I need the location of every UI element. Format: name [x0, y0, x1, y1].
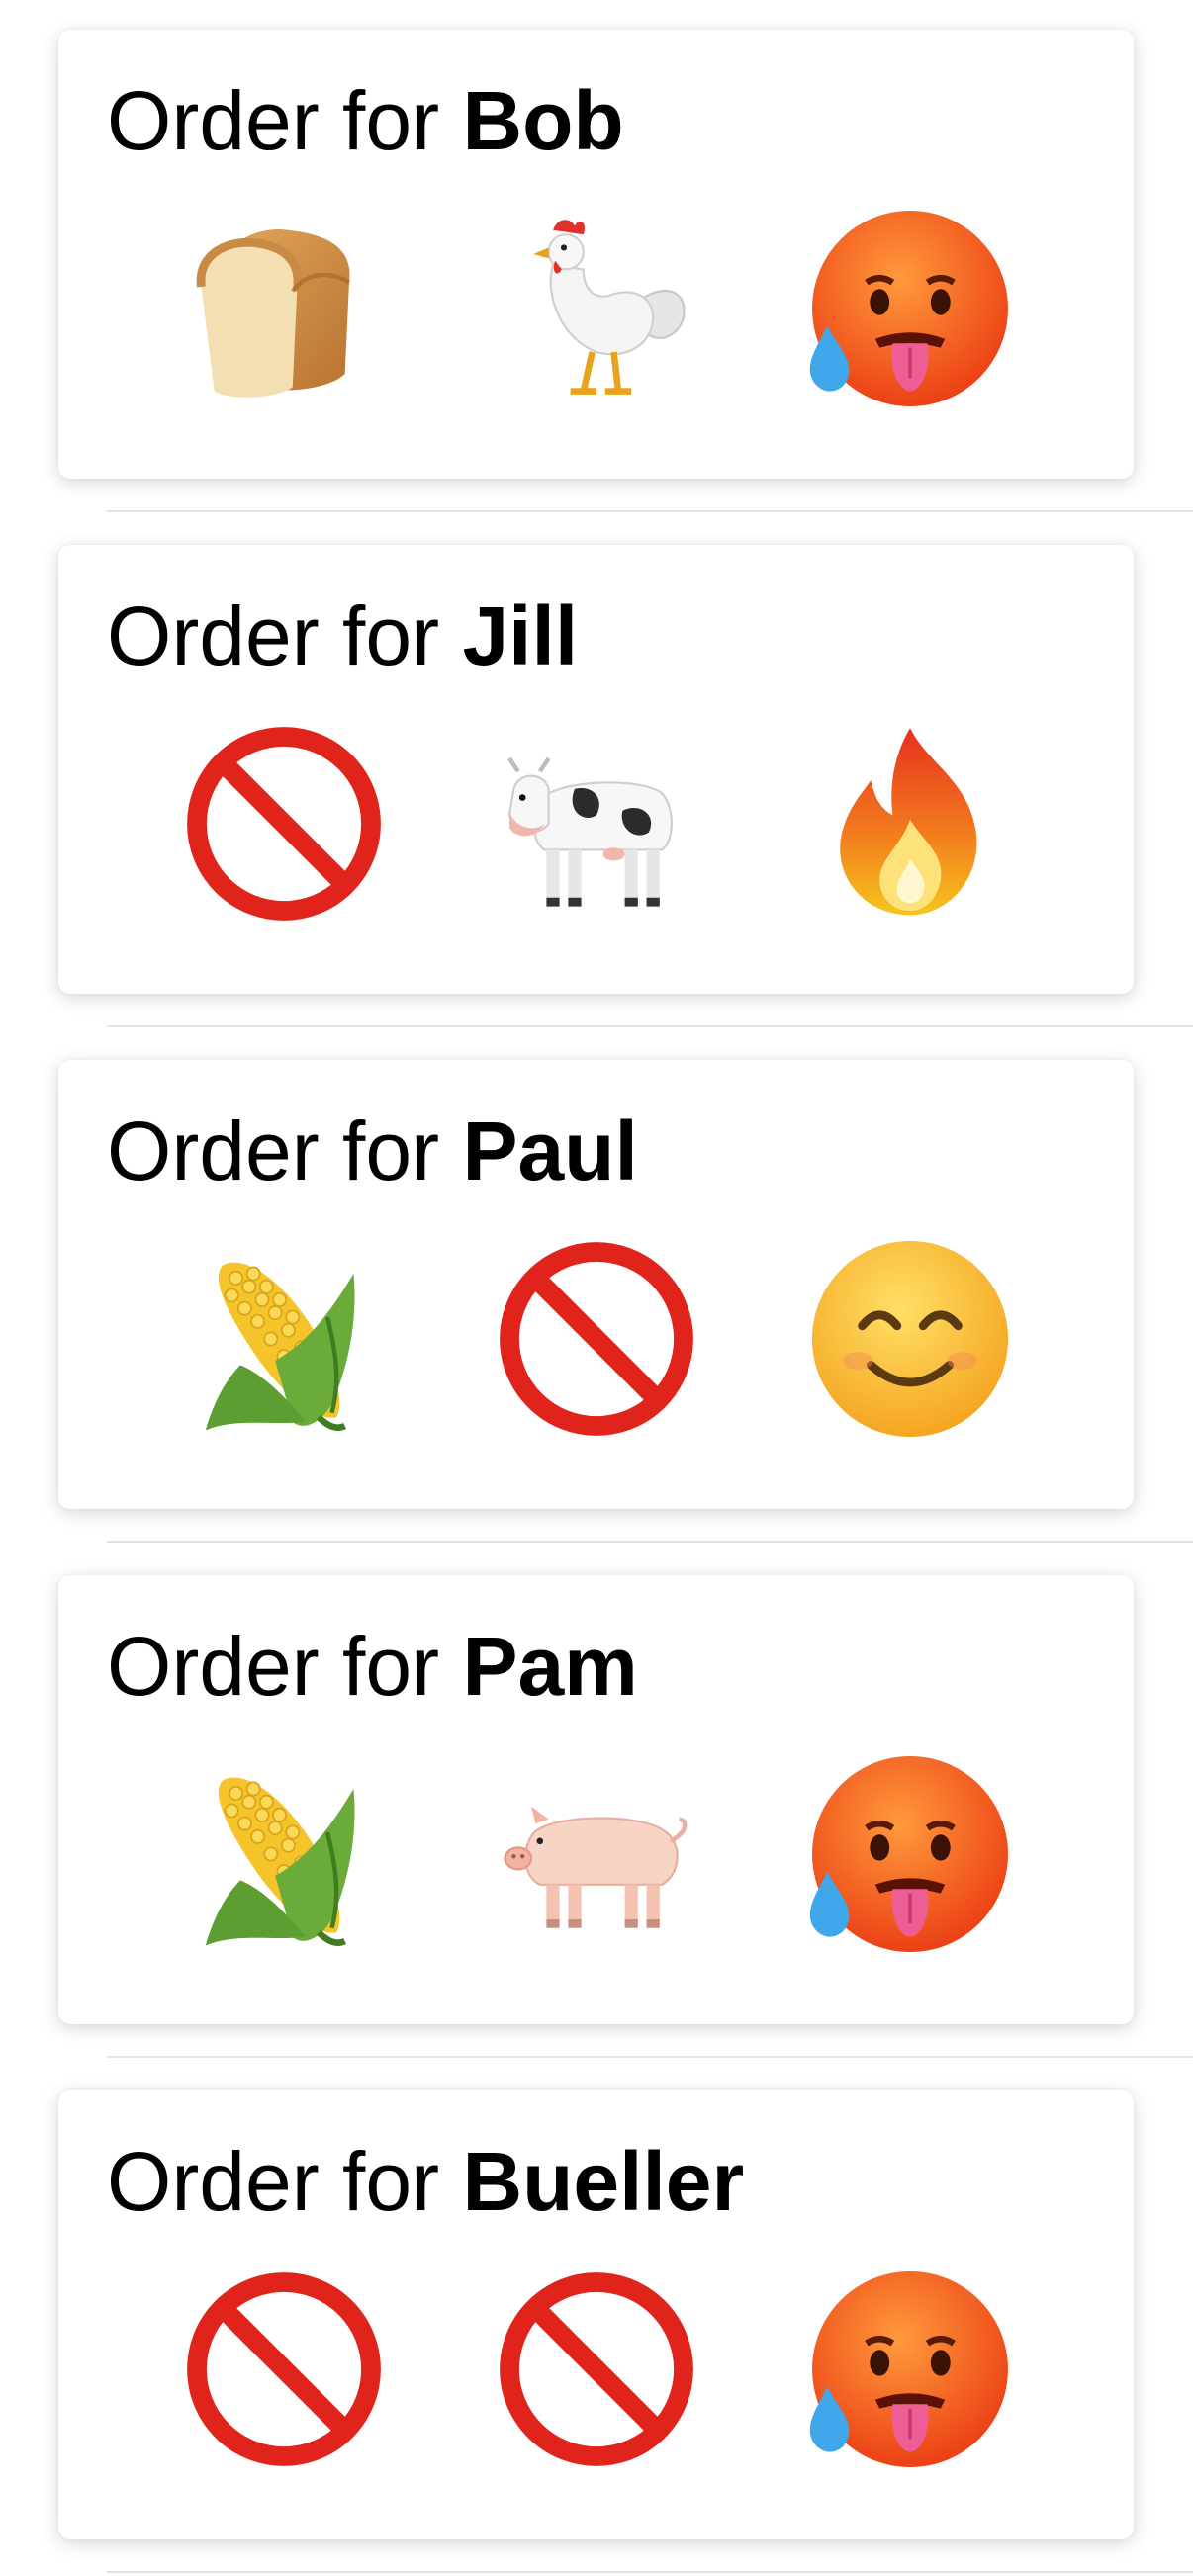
prohibited-icon — [488, 2261, 705, 2478]
order-items — [58, 1745, 1134, 1963]
order-title-prefix: Order for — [107, 1105, 440, 1198]
order-row[interactable]: Order for Pam — [0, 1546, 1193, 2061]
customer-name: Jill — [462, 589, 579, 682]
order-card[interactable]: Order for Jill — [58, 545, 1134, 994]
fire-icon — [801, 715, 1019, 933]
order-items — [58, 1230, 1134, 1448]
row-separator — [107, 1541, 1193, 1543]
order-row[interactable]: Order for Paul — [0, 1030, 1193, 1546]
order-title: Order for Paul — [107, 1110, 638, 1193]
corn-icon — [175, 1230, 393, 1448]
order-title-prefix: Order for — [107, 589, 440, 682]
row-separator — [107, 510, 1193, 512]
row-separator — [107, 1025, 1193, 1027]
order-items — [58, 200, 1134, 417]
order-items — [58, 715, 1134, 933]
prohibited-icon — [488, 1230, 705, 1448]
order-title: Order for Bueller — [107, 2140, 744, 2223]
order-row[interactable]: Order for Jill — [0, 515, 1193, 1030]
customer-name: Paul — [462, 1105, 638, 1198]
order-items — [58, 2261, 1134, 2478]
prohibited-icon — [175, 2261, 393, 2478]
customer-name: Bueller — [462, 2135, 745, 2228]
pig-icon — [488, 1745, 705, 1963]
order-title: Order for Pam — [107, 1625, 638, 1708]
order-list: Order for Bob Order for Jill Order for P… — [0, 0, 1193, 2576]
cow-icon — [488, 715, 705, 933]
corn-icon — [175, 1745, 393, 1963]
order-card[interactable]: Order for Bob — [58, 30, 1134, 479]
order-row[interactable]: Order for Bob — [0, 0, 1193, 515]
order-card[interactable]: Order for Paul — [58, 1060, 1134, 1509]
order-card[interactable]: Order for Pam — [58, 1575, 1134, 2024]
order-card[interactable]: Order for Bueller — [58, 2090, 1134, 2539]
hot-face-icon — [801, 200, 1019, 417]
row-separator — [107, 2056, 1193, 2058]
order-title-prefix: Order for — [107, 2135, 440, 2228]
order-title-prefix: Order for — [107, 74, 440, 167]
prohibited-icon — [175, 715, 393, 933]
bread-icon — [175, 200, 393, 417]
rooster-icon — [488, 200, 705, 417]
customer-name: Pam — [462, 1620, 638, 1713]
order-row[interactable]: Order for Bueller — [0, 2061, 1193, 2576]
order-title-prefix: Order for — [107, 1620, 440, 1713]
order-title: Order for Jill — [107, 594, 578, 677]
smiling-face-icon — [801, 1230, 1019, 1448]
order-title: Order for Bob — [107, 79, 624, 162]
row-separator — [107, 2571, 1193, 2573]
customer-name: Bob — [462, 74, 624, 167]
hot-face-icon — [801, 2261, 1019, 2478]
hot-face-icon — [801, 1745, 1019, 1963]
